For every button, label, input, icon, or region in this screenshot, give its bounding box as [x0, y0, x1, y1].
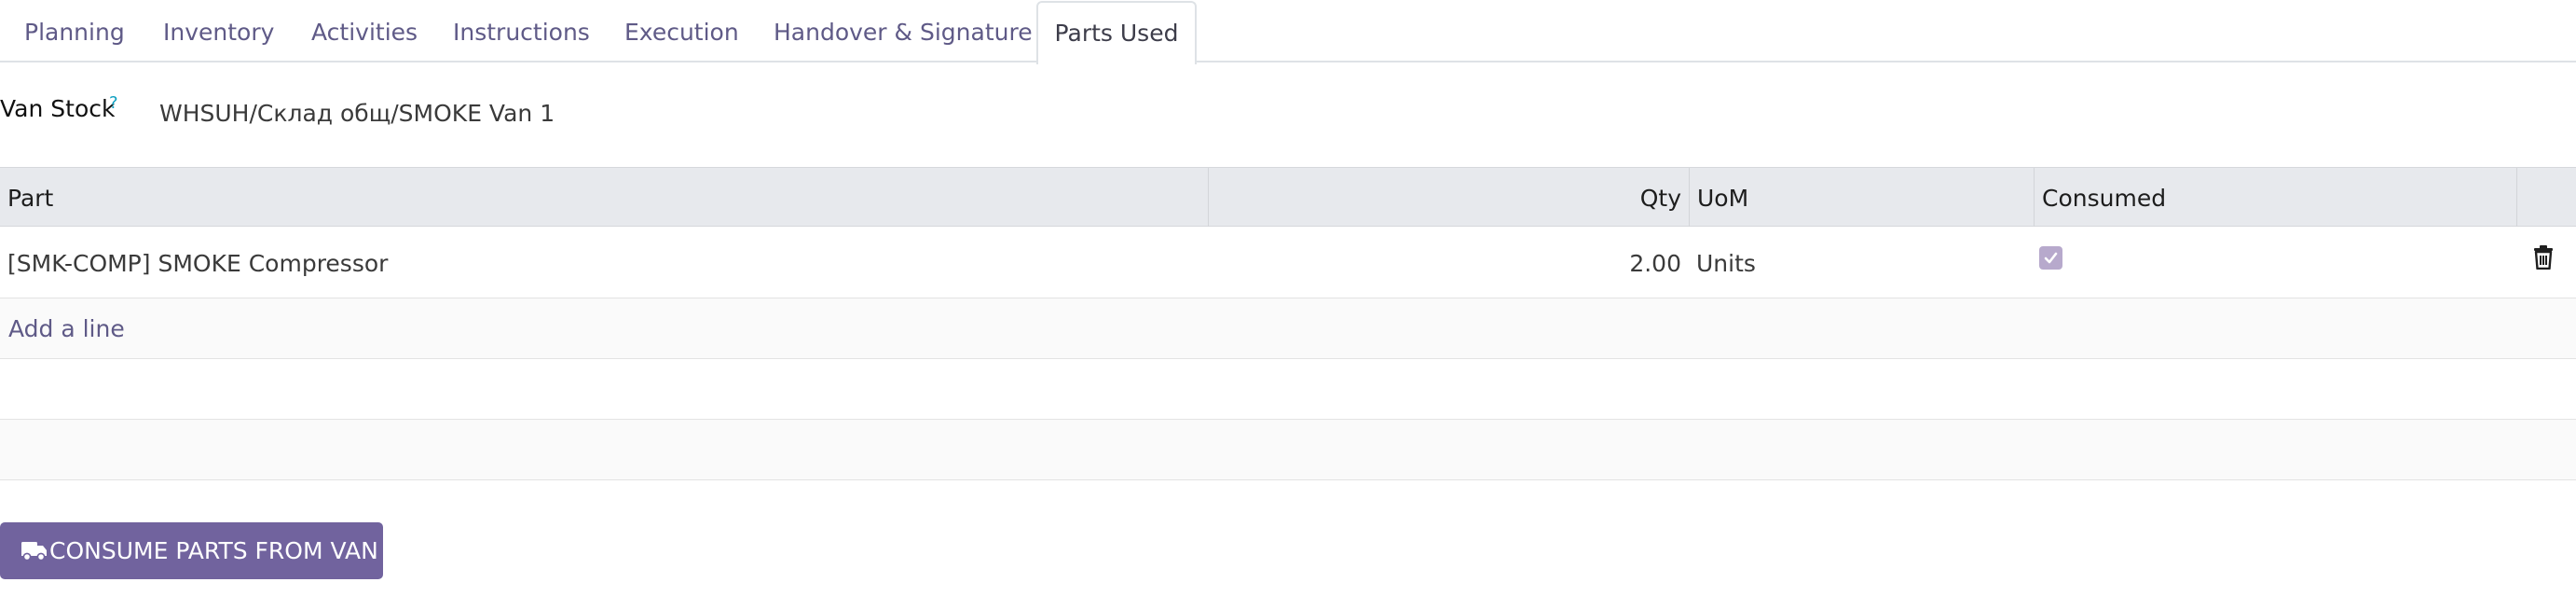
- empty-row: [0, 359, 2576, 420]
- parts-table: Part Qty UoM Consumed [SMK-COMP] SMOKE C…: [0, 167, 2576, 480]
- column-header-consumed[interactable]: Consumed: [2034, 168, 2516, 227]
- tab-planning[interactable]: Planning: [24, 0, 125, 62]
- add-line-link[interactable]: Add a line: [8, 298, 125, 360]
- tab-handover-signature[interactable]: Handover & Signature: [774, 0, 1033, 62]
- column-header-part[interactable]: Part: [0, 168, 1208, 227]
- truck-icon: [21, 542, 47, 561]
- check-icon: [2044, 252, 2058, 264]
- van-stock-value[interactable]: WHSUH/Склад общ/SMOKE Van 1: [159, 100, 555, 127]
- tab-parts-used[interactable]: Parts Used: [1036, 1, 1197, 64]
- add-line-row: Add a line: [0, 298, 2576, 359]
- consume-parts-label: CONSUME PARTS FROM VAN: [49, 537, 378, 564]
- van-stock-label: Van Stock: [0, 95, 116, 122]
- qty-cell[interactable]: 2.00: [1208, 227, 1681, 298]
- table-header: Part Qty UoM Consumed: [0, 167, 2576, 227]
- table-row[interactable]: [SMK-COMP] SMOKE Compressor 2.00 Units: [0, 227, 2576, 298]
- uom-cell[interactable]: Units: [1696, 227, 1756, 298]
- tab-execution[interactable]: Execution: [624, 0, 739, 62]
- tab-instructions[interactable]: Instructions: [453, 0, 590, 62]
- part-cell[interactable]: [SMK-COMP] SMOKE Compressor: [7, 227, 388, 298]
- tab-bar: Planning Inventory Activities Instructio…: [0, 0, 2576, 64]
- help-tooltip-icon[interactable]: ?: [109, 93, 118, 113]
- empty-row: [0, 420, 2576, 480]
- delete-row-button[interactable]: [2533, 245, 2554, 270]
- consume-parts-button[interactable]: CONSUME PARTS FROM VAN: [0, 522, 383, 579]
- column-header-qty[interactable]: Qty: [1208, 168, 1689, 227]
- trash-icon: [2534, 245, 2553, 270]
- tab-inventory[interactable]: Inventory: [163, 0, 274, 62]
- tab-activities[interactable]: Activities: [311, 0, 418, 62]
- column-header-uom[interactable]: UoM: [1689, 168, 2034, 227]
- consumed-checkbox[interactable]: [2039, 246, 2062, 270]
- column-header-actions: [2516, 168, 2576, 227]
